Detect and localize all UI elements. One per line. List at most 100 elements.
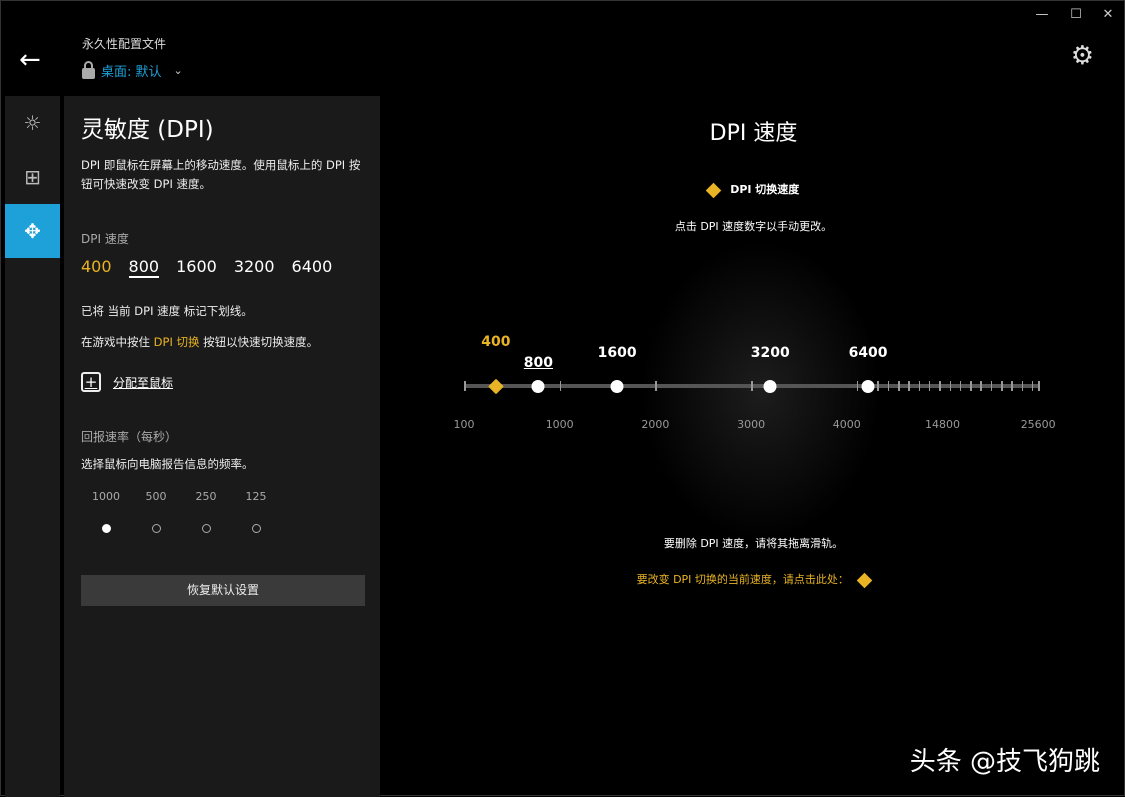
radio[interactable] (251, 524, 261, 533)
rate-label: 1000 (92, 490, 120, 503)
legend-label: DPI 切换速度 (730, 183, 800, 196)
back-arrow-icon[interactable]: ← (19, 45, 41, 75)
remove-hint: 要删除 DPI 速度，请将其拖离滑轨。 (663, 537, 844, 550)
axis-label: 100 (453, 418, 475, 431)
slider-tick (1011, 381, 1013, 391)
slider-tick (959, 381, 962, 391)
close-button[interactable]: ✕ (1098, 7, 1118, 22)
dpi-point-label[interactable]: 1600 (598, 345, 637, 361)
axis-label: 3000 (737, 418, 766, 431)
dpi-point-label[interactable]: 3200 (751, 345, 790, 361)
sun-icon: ☼ (23, 111, 42, 135)
slider-tick (918, 381, 921, 391)
dpi-point[interactable] (531, 380, 545, 393)
dpi-speed-item[interactable]: 1600 (176, 257, 217, 278)
radio[interactable] (201, 524, 211, 533)
slider-tick (928, 381, 931, 391)
shift-hint-text: 要改变 DPI 切换的当前速度，请点击此处： (636, 573, 849, 586)
slider-tick (877, 381, 879, 391)
dpi-speed-item[interactable]: 6400 (292, 257, 333, 278)
slider-tick (970, 381, 972, 391)
radio-selected[interactable] (101, 524, 111, 533)
move-icon: ✥ (24, 219, 41, 243)
dpi-point-label[interactable]: 6400 (849, 345, 888, 361)
slider-tick (856, 381, 859, 391)
shift-hint: 要改变 DPI 切换的当前速度，请点击此处： (381, 571, 1125, 588)
main-title: DPI 速度 (709, 121, 798, 146)
rate-label: 125 (245, 490, 267, 503)
slider-tick (559, 381, 562, 391)
dpi-speed-list: 400 800 1600 3200 6400 (81, 257, 363, 278)
chevron-down-icon: ⌄ (173, 64, 183, 77)
profile-name: 桌面: 默认 (101, 65, 162, 80)
dpi-speed-label: DPI 速度 (81, 232, 129, 246)
dpi-speed-item[interactable]: 3200 (234, 257, 275, 278)
slider-tick (1038, 381, 1040, 391)
plus-box-icon: + (81, 372, 101, 392)
profile-title: 永久性配置文件 (82, 37, 167, 51)
radio[interactable] (151, 524, 161, 533)
report-rate-option[interactable]: 500 (131, 490, 181, 533)
assign-to-mouse-link[interactable]: + 分配至鼠标 (81, 372, 363, 392)
hint: 点击 DPI 速度数字以手动更改。 (674, 220, 833, 233)
sensitivity-tab[interactable]: ✥ (5, 204, 60, 258)
lighting-tab[interactable]: ☼ (5, 96, 60, 150)
axis-label: 14800 (925, 418, 960, 431)
rate-label: 250 (195, 490, 217, 503)
shift-note-highlight: DPI 切换 (153, 335, 200, 349)
slider-tick (464, 381, 466, 391)
gear-icon[interactable]: ⚙ (1071, 41, 1094, 71)
lock-icon (82, 60, 95, 79)
watermark: 头条 @技飞狗跳 (909, 747, 1100, 777)
current-note: 已将 当前 DPI 速度 标记下划线。 (81, 304, 253, 318)
slider-tick (908, 381, 910, 391)
slider-tick (980, 381, 982, 391)
report-rate-option[interactable]: 1000 (81, 490, 131, 533)
assignments-tab[interactable]: ⊞ (5, 150, 60, 204)
report-rate-label: 回报速率（每秒） (81, 430, 178, 444)
dpi-speed-item[interactable]: 400 (81, 257, 112, 278)
slider-tick (655, 381, 657, 391)
report-rate-desc: 选择鼠标向电脑报告信息的频率。 (81, 457, 254, 471)
panel-title: 灵敏度 (DPI) (81, 117, 214, 143)
dpi-point-label[interactable]: 400 (481, 334, 510, 350)
slider-tick (898, 381, 900, 391)
shift-note-post: 按钮以快速切换速度。 (199, 335, 319, 349)
shift-note: 在游戏中按住 DPI 切换 按钮以快速切换速度。 (81, 333, 363, 352)
assign-label: 分配至鼠标 (113, 375, 174, 390)
axis-label: 2000 (641, 418, 670, 431)
report-rate-option[interactable]: 250 (181, 490, 231, 533)
dpi-shift-point[interactable] (488, 378, 504, 395)
plus-box-icon: ⊞ (24, 165, 41, 189)
diamond-icon (705, 182, 721, 198)
profile-selector[interactable]: 桌面: 默认 ⌄ (82, 60, 183, 80)
settings-panel: 灵敏度 (DPI) DPI 即鼠标在屏幕上的移动速度。使用鼠标上的 DPI 按钮… (64, 96, 380, 797)
report-rate-option[interactable]: 125 (231, 490, 281, 533)
shift-diamond-button[interactable] (857, 572, 873, 588)
slider-tick (751, 381, 753, 391)
dpi-point-label[interactable]: 800 (524, 355, 553, 371)
rate-label: 500 (145, 490, 167, 503)
dpi-point[interactable] (610, 380, 624, 393)
slider-tick (949, 381, 951, 391)
shift-note-pre: 在游戏中按住 (81, 335, 154, 349)
axis-label: 4000 (832, 418, 861, 431)
axis-label: 25600 (1020, 418, 1056, 431)
reset-defaults-button[interactable]: 恢复默认设置 (81, 575, 365, 606)
panel-description: DPI 即鼠标在屏幕上的移动速度。使用鼠标上的 DPI 按钮可快速改变 DPI … (81, 158, 361, 191)
slider-tick (1001, 381, 1003, 391)
report-rate-options: 1000 500 250 125 (81, 490, 363, 533)
slider-tick (1021, 381, 1024, 391)
slider-tick (939, 381, 941, 391)
slider-tick (1031, 381, 1034, 391)
dpi-point[interactable] (861, 380, 875, 393)
axis-label: 1000 (545, 418, 574, 431)
sidebar-rail: ☼ ⊞ ✥ (5, 96, 60, 797)
dpi-speed-item-current[interactable]: 800 (128, 257, 160, 278)
slider-tick (990, 381, 993, 391)
slider-tick (887, 381, 890, 391)
maximize-button[interactable]: ☐ (1066, 7, 1086, 22)
dpi-point[interactable] (763, 380, 777, 393)
minimize-button[interactable]: — (1032, 7, 1052, 22)
legend: DPI 切换速度 (381, 181, 1125, 198)
